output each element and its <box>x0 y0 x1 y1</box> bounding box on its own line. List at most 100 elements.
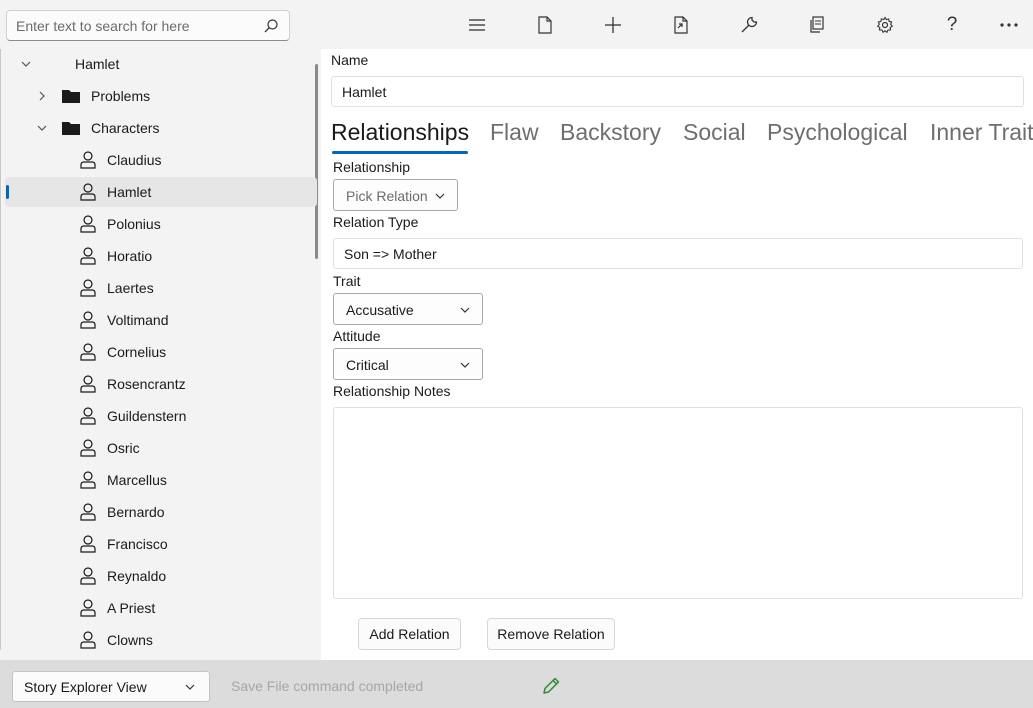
trait-dropdown[interactable]: Accusative <box>333 293 483 325</box>
person-icon <box>80 151 96 169</box>
tree-node-root[interactable]: Hamlet <box>1 49 317 79</box>
tree-node-label: Hamlet <box>107 184 152 200</box>
chevron-down-icon[interactable] <box>36 122 48 134</box>
more-button[interactable] <box>992 9 1026 41</box>
story-explorer-tree: Hamlet Problems Characters Claudius Hamle… <box>0 49 321 650</box>
tree-node-characters[interactable]: Characters <box>1 113 317 143</box>
person-icon <box>80 599 96 617</box>
tree-node-character[interactable]: Horatio <box>1 241 317 271</box>
remove-relation-button[interactable]: Remove Relation <box>487 618 615 650</box>
tree-node-character[interactable]: Clowns <box>1 625 317 650</box>
pencil-icon[interactable] <box>540 675 562 697</box>
tree-node-label: Francisco <box>107 536 168 552</box>
tree-node-label: Guildenstern <box>107 408 187 424</box>
copy-button[interactable] <box>799 9 833 41</box>
settings-button[interactable] <box>868 9 902 41</box>
person-icon <box>80 471 96 489</box>
help-button[interactable]: ? <box>935 9 969 41</box>
tree-node-character[interactable]: Laertes <box>1 273 317 303</box>
view-selector[interactable]: Story Explorer View <box>12 671 210 702</box>
add-relation-button[interactable]: Add Relation <box>358 618 461 650</box>
person-icon <box>80 183 96 201</box>
tree-node-label: Problems <box>91 88 151 104</box>
person-icon <box>80 439 96 457</box>
character-form: Name Hamlet Relationships Flaw Backstory… <box>321 49 1033 660</box>
tree-node-character[interactable]: Hamlet <box>5 177 317 207</box>
person-icon <box>80 567 96 585</box>
tree-node-character[interactable]: A Priest <box>1 593 317 623</box>
tree-node-character[interactable]: Francisco <box>1 529 317 559</box>
tab-relationships[interactable]: Relationships <box>331 119 469 146</box>
tree-node-label: Characters <box>91 120 160 136</box>
search-box[interactable] <box>6 10 290 41</box>
new-file-button[interactable] <box>528 9 562 41</box>
tab-inner-trait[interactable]: Inner Trait <box>930 119 1033 146</box>
tree-node-character[interactable]: Claudius <box>1 145 317 175</box>
tools-button[interactable] <box>732 9 766 41</box>
search-input[interactable] <box>16 17 256 35</box>
tree-node-label: Horatio <box>107 248 153 264</box>
tree-node-label: Hamlet <box>75 56 120 72</box>
top-toolbar: ? <box>0 0 1033 49</box>
document-icon <box>538 16 552 34</box>
tree-node-label: A Priest <box>107 600 156 616</box>
tree-node-label: Polonius <box>107 216 161 232</box>
person-icon <box>80 631 96 649</box>
tree-node-character[interactable]: Guildenstern <box>1 401 317 431</box>
relationship-placeholder: Pick Relation <box>346 188 428 204</box>
tree-node-character[interactable]: Bernardo <box>1 497 317 527</box>
relationship-dropdown[interactable]: Pick Relation <box>333 179 458 211</box>
tree-node-label: Voltimand <box>107 312 169 328</box>
person-icon <box>80 311 96 329</box>
tree-node-character[interactable]: Osric <box>1 433 317 463</box>
tree-node-label: Rosencrantz <box>107 376 186 392</box>
view-selector-value: Story Explorer View <box>24 679 147 695</box>
selection-indicator <box>6 185 9 199</box>
tree-node-character[interactable]: Polonius <box>1 209 317 239</box>
tab-flaw[interactable]: Flaw <box>490 119 539 146</box>
chevron-down-icon <box>460 307 470 313</box>
trait-label: Trait <box>333 273 361 289</box>
person-icon <box>80 215 96 233</box>
chevron-down-icon <box>435 193 445 199</box>
tree-node-label: Bernardo <box>107 504 165 520</box>
plus-icon <box>605 17 621 33</box>
tab-psychological[interactable]: Psychological <box>767 119 908 146</box>
tree-node-character[interactable]: Marcellus <box>1 465 317 495</box>
person-icon <box>80 503 96 521</box>
search-icon[interactable] <box>263 18 279 34</box>
chevron-right-icon[interactable] <box>36 90 48 102</box>
tree-node-character[interactable]: Cornelius <box>1 337 317 367</box>
move-document-icon <box>674 16 688 34</box>
folder-icon <box>62 122 80 135</box>
chevron-down-icon <box>185 684 195 690</box>
tree-node-label: Laertes <box>107 280 154 296</box>
name-field[interactable]: Hamlet <box>331 76 1024 107</box>
add-button[interactable] <box>596 9 630 41</box>
attitude-value: Critical <box>346 357 389 373</box>
attitude-dropdown[interactable]: Critical <box>333 348 483 380</box>
relationship-notes-label: Relationship Notes <box>333 383 451 399</box>
tab-backstory[interactable]: Backstory <box>560 119 661 146</box>
person-icon <box>80 343 96 361</box>
person-icon <box>80 247 96 265</box>
move-button[interactable] <box>664 9 698 41</box>
tab-social[interactable]: Social <box>683 119 746 146</box>
wrench-icon <box>741 16 758 33</box>
relationship-notes-field[interactable] <box>333 407 1023 599</box>
chevron-down-icon[interactable] <box>20 58 32 70</box>
trait-value: Accusative <box>346 302 414 318</box>
person-icon <box>80 279 96 297</box>
menu-button[interactable] <box>460 9 494 41</box>
tree-node-label: Marcellus <box>107 472 167 488</box>
tree-node-problems[interactable]: Problems <box>1 81 317 111</box>
relation-type-field[interactable]: Son => Mother <box>333 238 1023 269</box>
tree-node-character[interactable]: Voltimand <box>1 305 317 335</box>
person-icon <box>80 407 96 425</box>
question-icon: ? <box>946 14 958 35</box>
tree-node-character[interactable]: Rosencrantz <box>1 369 317 399</box>
ellipsis-icon <box>1000 23 1018 27</box>
status-bar: Story Explorer View Save File command co… <box>0 660 1033 708</box>
tree-node-character[interactable]: Reynaldo <box>1 561 317 591</box>
name-label: Name <box>331 52 369 68</box>
